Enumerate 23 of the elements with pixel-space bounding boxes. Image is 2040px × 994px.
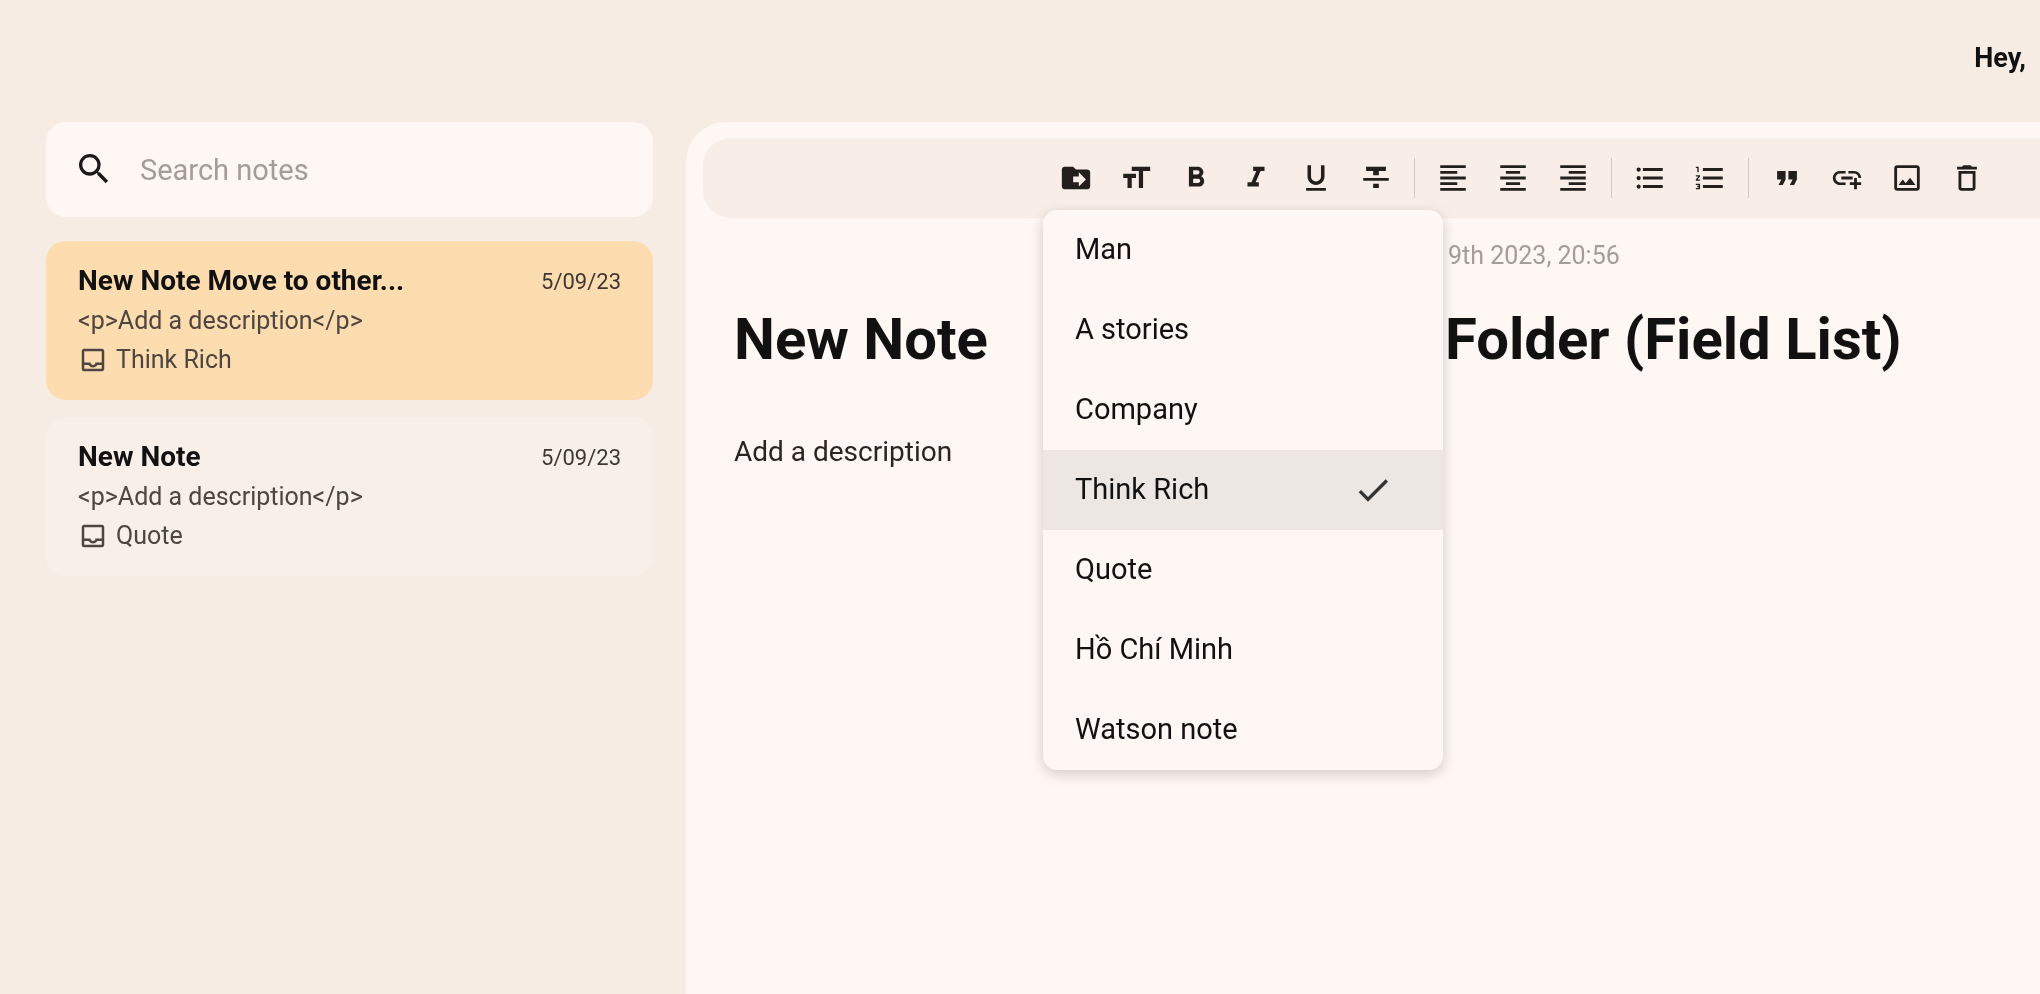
note-description: <p>Add a description</p> — [78, 481, 363, 513]
note-folder: Quote — [116, 520, 183, 552]
note-card[interactable]: New Note Move to other... 5/09/23 <p>Add a description</p> Think Rich — [46, 241, 653, 400]
note-timestamp: 9th 2023, 20:56 — [1448, 240, 1620, 272]
folder-menu-item[interactable]: Watson note — [1043, 690, 1443, 770]
note-card[interactable]: New Note 5/09/23 <p>Add a description</p> Quote — [46, 417, 653, 576]
folder-menu-item[interactable]: A stories — [1043, 290, 1443, 370]
folder-menu-item[interactable]: Quote — [1043, 530, 1443, 610]
folder-menu-item[interactable]: Think Rich — [1043, 450, 1443, 530]
folder-menu-item[interactable]: Hồ Chí Minh — [1043, 610, 1443, 690]
note-folder: Think Rich — [116, 344, 232, 376]
note-title: New Note — [78, 439, 201, 475]
search-field[interactable]: Search notes — [46, 122, 653, 217]
note-heading: Folder (Field List) — [1445, 304, 1902, 374]
note-date: 5/09/23 — [541, 267, 621, 296]
note-date: 5/09/23 — [541, 443, 621, 472]
note-title: New Note Move to other... — [78, 263, 405, 299]
greeting: Hey, — [1974, 41, 2026, 76]
folder-menu-item[interactable]: Man — [1043, 210, 1443, 290]
folder-menu-item[interactable]: Company — [1043, 370, 1443, 450]
note-body: Add a description — [734, 434, 953, 470]
note-heading: New Note — [734, 304, 989, 374]
note-description: <p>Add a description</p> — [78, 305, 363, 337]
